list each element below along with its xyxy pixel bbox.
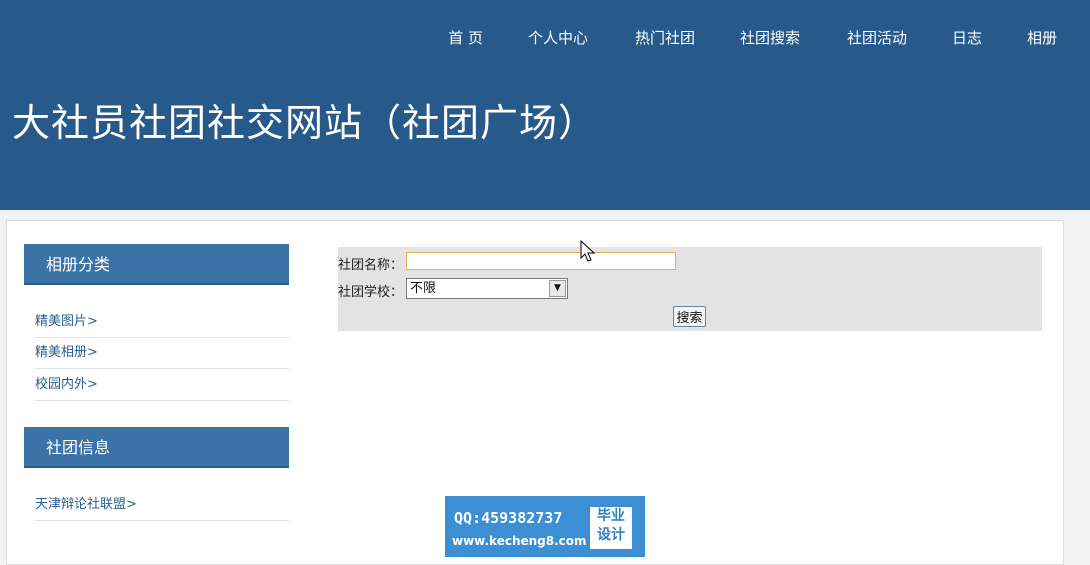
album-category-header: 相册分类: [24, 244, 289, 285]
club-name-label: 社团名称：: [338, 258, 404, 273]
mouse-cursor-icon: [580, 240, 596, 262]
club-school-label: 社团学校：: [338, 285, 404, 300]
watermark-badge-line1: 毕业: [597, 508, 625, 524]
watermark-badge-line2: 设计: [597, 527, 625, 543]
sidebar-link-beautiful-albums[interactable]: 精美相册>: [35, 338, 289, 369]
search-button[interactable]: 搜索: [673, 306, 706, 327]
club-school-selected-value: 不限: [410, 281, 437, 296]
nav-item-journal[interactable]: 日志: [952, 27, 982, 48]
club-school-select[interactable]: 不限 ▼: [406, 278, 568, 299]
club-name-input[interactable]: [406, 252, 676, 270]
nav-item-club-activities[interactable]: 社团活动: [847, 27, 907, 48]
club-info-header: 社团信息: [24, 427, 289, 468]
site-title: 大社员社团社交网站（社团广场）: [12, 101, 598, 145]
nav-item-hot-clubs[interactable]: 热门社团: [635, 27, 695, 48]
nav-item-personal-center[interactable]: 个人中心: [528, 27, 588, 48]
watermark-badge: 毕业 设计: [590, 507, 632, 549]
site-header: 首 页 个人中心 热门社团 社团搜索 社团活动 日志 相册 大社员社团社交网站（…: [0, 0, 1090, 210]
sidebar-link-campus[interactable]: 校园内外>: [35, 370, 289, 401]
chevron-down-icon[interactable]: ▼: [549, 280, 566, 297]
nav-item-club-search[interactable]: 社团搜索: [740, 27, 800, 48]
watermark-qq: QQ:459382737: [454, 509, 563, 527]
sidebar-link-beautiful-pictures[interactable]: 精美图片>: [35, 307, 289, 338]
nav-item-home[interactable]: 首 页: [448, 27, 483, 48]
watermark-site: www.kecheng8.com: [452, 534, 587, 548]
sidebar-link-club[interactable]: 天津辩论社联盟>: [35, 490, 289, 521]
watermark-logo: QQ:459382737 www.kecheng8.com 毕业 设计: [445, 496, 645, 557]
nav-item-album[interactable]: 相册: [1027, 27, 1057, 48]
search-panel: 社团名称： 社团学校： 不限 ▼ 搜索: [338, 247, 1042, 331]
